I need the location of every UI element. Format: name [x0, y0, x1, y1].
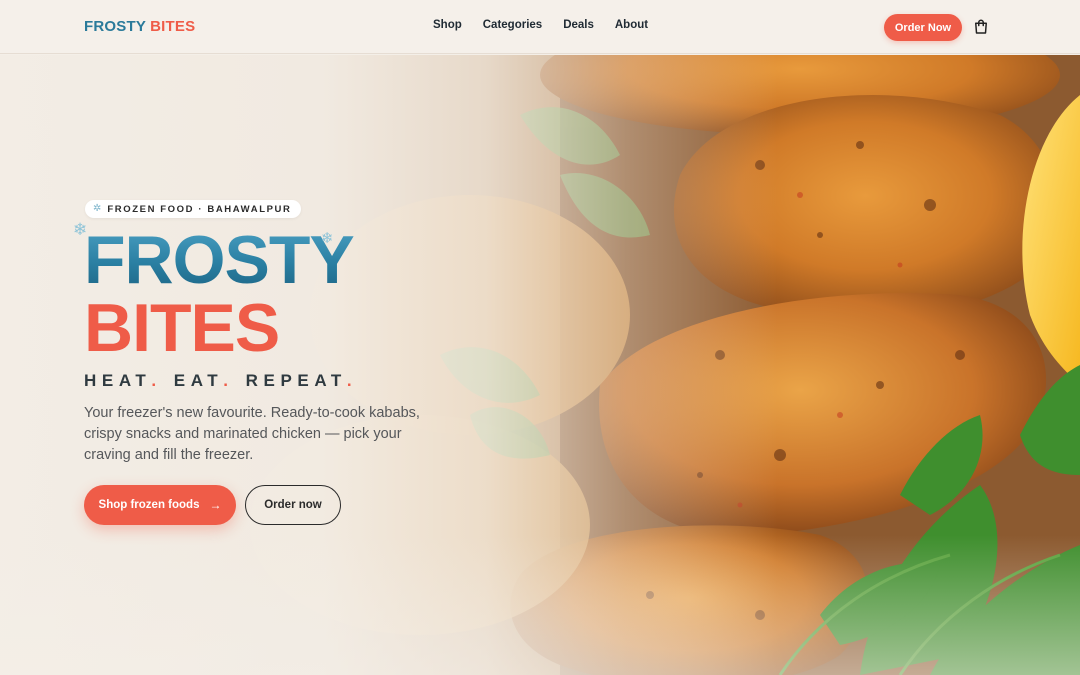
main-nav: Shop Categories Deals About [433, 19, 648, 31]
nav-about[interactable]: About [615, 19, 648, 31]
snowflake-icon: ❄ [73, 220, 88, 239]
tagline-word: EAT [173, 371, 224, 390]
tagline-dot: . [346, 371, 358, 390]
tagline-dot: . [223, 371, 234, 390]
arrow-right-icon: → [209, 498, 222, 512]
hero-description: Your freezer's new favourite. Ready-to-c… [84, 405, 420, 463]
snowflake-icon: ✲ [93, 203, 102, 214]
order-now-button[interactable]: Order Now [884, 14, 962, 41]
order-now-secondary-button[interactable]: Order now [245, 485, 341, 525]
shopping-bag-icon[interactable] [972, 18, 990, 36]
hero-title-frosty: FROSTY [84, 222, 355, 298]
hero-bottom-fade [0, 535, 1080, 675]
nav-shop[interactable]: Shop [433, 19, 462, 31]
snowflake-icon: ❄ [321, 230, 334, 247]
nav-deals[interactable]: Deals [563, 19, 594, 31]
hero-tagline: HEAT. EAT. REPEAT. [84, 371, 357, 391]
nav-categories[interactable]: Categories [483, 19, 542, 31]
site-logo[interactable]: FROSTY BITES [84, 18, 195, 35]
logo-frosty: FROSTY [84, 18, 146, 35]
logo-bites: BITES [150, 18, 196, 35]
button-label: Shop frozen foods [98, 499, 200, 511]
badge-label: FROZEN FOOD · BAHAWALPUR [107, 203, 292, 215]
tagline-dot: . [151, 371, 162, 390]
shop-frozen-foods-button[interactable]: Shop frozen foods → [84, 485, 236, 525]
category-badge: ✲ FROZEN FOOD · BAHAWALPUR [85, 200, 302, 218]
tagline-word: REPEAT [245, 371, 347, 390]
hero-title-bites: BITES [84, 290, 280, 366]
site-header: FROSTY BITES Shop Categories Deals About… [0, 0, 1080, 54]
tagline-word: HEAT [84, 371, 152, 390]
